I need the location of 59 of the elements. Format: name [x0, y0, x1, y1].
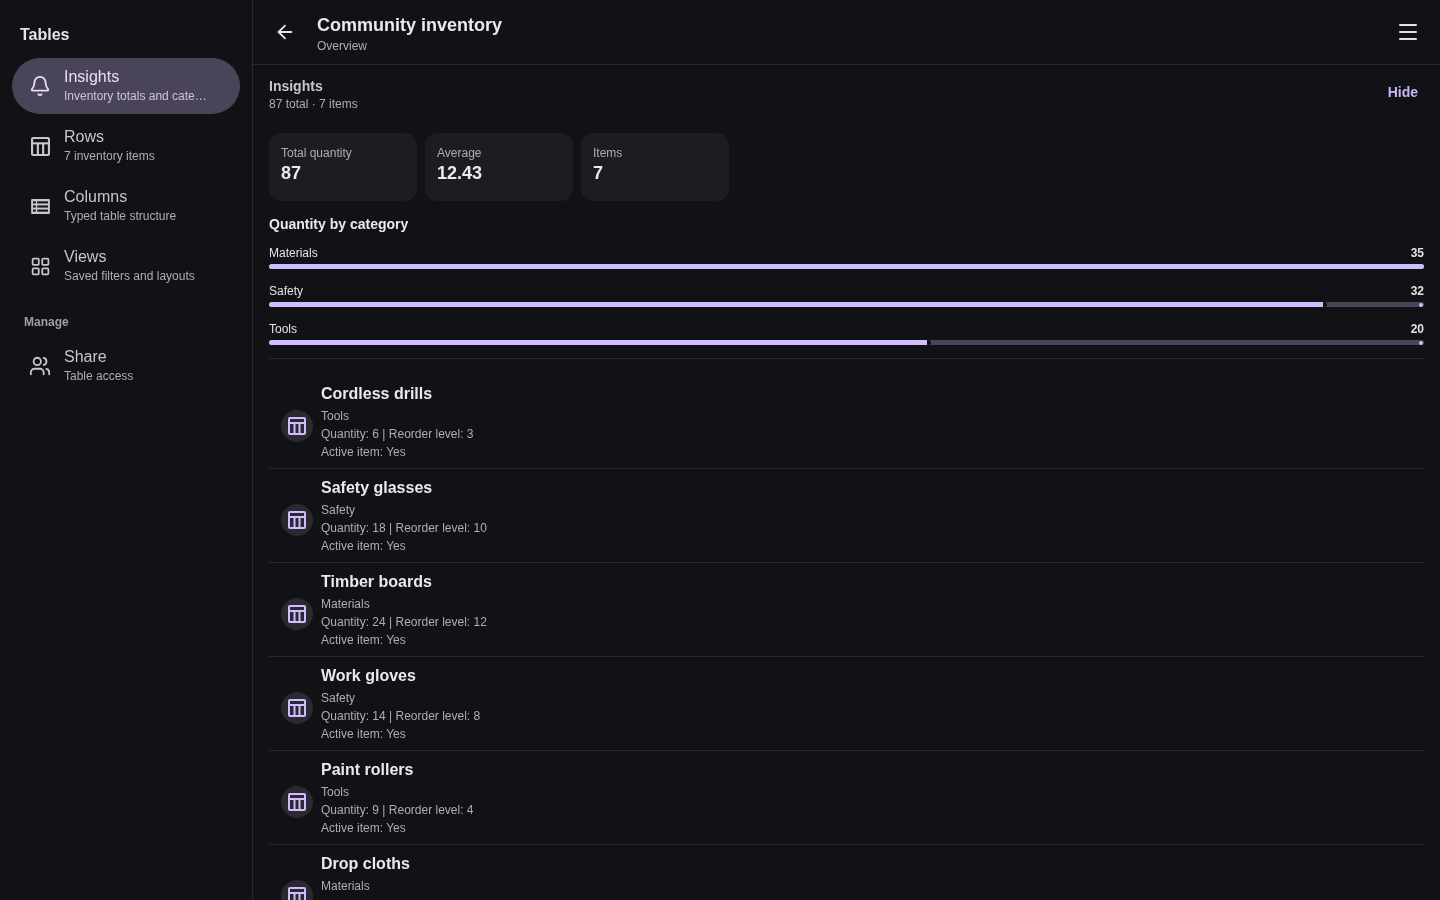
nav-item[interactable]: Share Table access — [12, 338, 240, 394]
table-icon — [30, 136, 50, 156]
list-icon — [30, 198, 50, 214]
nav-item[interactable]: Rows 7 inventory items — [12, 118, 240, 174]
item-details: Quantity: 6 | Reorder level: 3 — [321, 426, 474, 443]
stat-label: Average — [437, 145, 482, 161]
stat-label: Items — [593, 145, 623, 161]
table-icon — [281, 597, 313, 630]
stop-indicator-icon — [1419, 302, 1423, 307]
section-title: Insights — [269, 77, 323, 96]
item-name: Drop cloths — [321, 854, 410, 874]
stat-value: 87 — [281, 162, 302, 185]
item-status: Active item: Yes — [321, 726, 406, 743]
item-name: Paint rollers — [321, 760, 414, 780]
section-heading: Manage — [24, 314, 69, 330]
sidebar-title: Tables — [20, 25, 70, 45]
bell-icon — [29, 75, 51, 97]
item-category: Materials — [321, 878, 370, 895]
item-name: Work gloves — [321, 666, 416, 686]
stat-value: 7 — [593, 162, 603, 185]
item-status: Active item: Yes — [321, 538, 406, 555]
item-details: Quantity: 14 | Reorder level: 8 — [321, 708, 481, 725]
table-icon — [281, 785, 313, 818]
table-icon — [281, 503, 313, 536]
item-status: Active item: Yes — [321, 820, 406, 837]
item-details: Quantity: 24 | Reorder level: 12 — [321, 614, 487, 631]
category-label: Tools — [269, 321, 297, 337]
hide-button[interactable]: Hide — [1381, 80, 1424, 104]
item-details: Quantity: 18 | Reorder level: 10 — [321, 520, 487, 537]
item-name: Timber boards — [321, 572, 432, 592]
page-title: Community inventory — [317, 13, 503, 37]
page-subtitle: Overview — [317, 37, 367, 54]
item-category: Tools — [321, 408, 349, 425]
people-icon — [29, 355, 51, 377]
category-count: 35 — [1410, 245, 1424, 261]
table-icon — [281, 691, 313, 724]
item-category: Safety — [321, 502, 356, 519]
stop-indicator-icon — [1419, 340, 1423, 345]
item-status: Active item: Yes — [321, 632, 406, 649]
category-count: 20 — [1410, 321, 1424, 337]
section-summary: 87 total · 7 items — [269, 96, 358, 112]
stat-label: Total quantity — [281, 145, 352, 161]
grid-icon — [29, 255, 51, 277]
nav-item[interactable]: Insights Inventory totals and cate… — [12, 58, 240, 114]
category-label: Safety — [269, 283, 304, 299]
item-category: Safety — [321, 690, 356, 707]
item-name: Cordless drills — [321, 384, 433, 404]
table-icon — [281, 409, 313, 442]
item-category: Materials — [321, 596, 370, 613]
nav-item[interactable]: Columns Typed table structure — [12, 178, 240, 234]
chart-title: Quantity by category — [269, 215, 409, 234]
item-name: Safety glasses — [321, 478, 433, 498]
stat-value: 12.43 — [437, 162, 483, 185]
nav-item[interactable]: Views Saved filters and layouts — [12, 238, 240, 294]
category-count: 32 — [1410, 283, 1424, 299]
category-label: Materials — [269, 245, 318, 261]
item-category: Tools — [321, 784, 349, 801]
item-status: Active item: Yes — [321, 444, 406, 461]
item-details: Quantity: 9 | Reorder level: 4 — [321, 802, 474, 819]
